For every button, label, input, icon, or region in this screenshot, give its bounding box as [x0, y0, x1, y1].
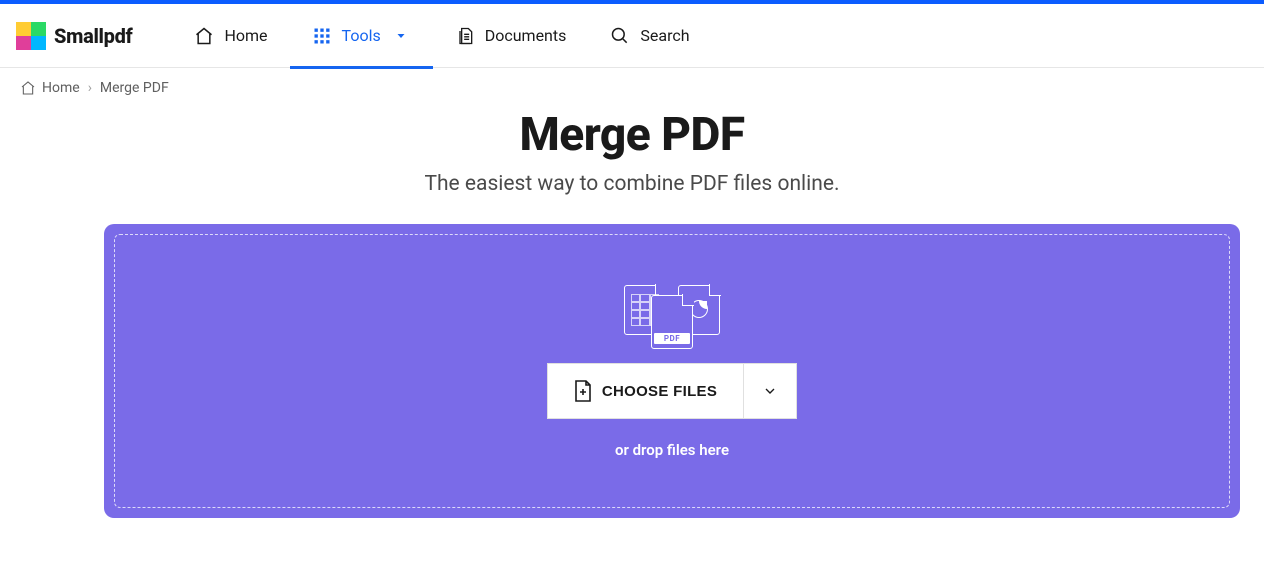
- nav-documents-label: Documents: [485, 26, 567, 45]
- breadcrumb-current: Merge PDF: [100, 80, 169, 96]
- chevron-down-icon: [762, 383, 778, 399]
- nav-search-label: Search: [640, 26, 689, 45]
- main-header: Smallpdf Home Tools Documents: [0, 4, 1264, 68]
- nav-tools-label: Tools: [342, 26, 381, 45]
- dropzone[interactable]: PDF CHOOSE FILES or drop files here: [104, 224, 1240, 518]
- choose-files-more-button[interactable]: [744, 363, 797, 419]
- files-illustration-icon: PDF: [624, 285, 720, 345]
- choose-files-button[interactable]: CHOOSE FILES: [547, 363, 744, 419]
- nav-search[interactable]: Search: [588, 4, 711, 68]
- primary-nav: Home Tools Documents Search: [172, 4, 711, 68]
- choose-files-label: CHOOSE FILES: [602, 383, 717, 400]
- page-title: Merge PDF: [0, 108, 1264, 162]
- brand-name: Smallpdf: [54, 24, 132, 48]
- dropzone-container: PDF CHOOSE FILES or drop files here: [104, 224, 1240, 518]
- nav-home-label: Home: [224, 26, 267, 45]
- dropzone-inner: PDF CHOOSE FILES or drop files here: [114, 234, 1230, 508]
- nav-tools[interactable]: Tools: [290, 4, 433, 68]
- choose-files-group: CHOOSE FILES: [547, 363, 797, 419]
- breadcrumb-separator: ›: [88, 80, 92, 96]
- document-icon: [455, 26, 475, 46]
- page-subtitle: The easiest way to combine PDF files onl…: [0, 172, 1264, 196]
- file-add-icon: [574, 380, 592, 402]
- page-header: Merge PDF The easiest way to combine PDF…: [0, 108, 1264, 196]
- logo-mark-icon: [16, 22, 46, 50]
- breadcrumb: Home › Merge PDF: [0, 68, 1264, 96]
- home-icon: [20, 80, 36, 96]
- pdf-badge: PDF: [654, 333, 690, 344]
- search-icon: [610, 26, 630, 46]
- nav-home[interactable]: Home: [172, 4, 289, 68]
- grid-icon: [312, 26, 332, 46]
- breadcrumb-home-label: Home: [42, 80, 80, 96]
- home-icon: [194, 26, 214, 46]
- chevron-down-icon: [391, 26, 411, 46]
- nav-documents[interactable]: Documents: [433, 4, 589, 68]
- drop-hint: or drop files here: [615, 441, 729, 459]
- brand-logo[interactable]: Smallpdf: [16, 22, 132, 50]
- breadcrumb-home[interactable]: Home: [20, 80, 80, 96]
